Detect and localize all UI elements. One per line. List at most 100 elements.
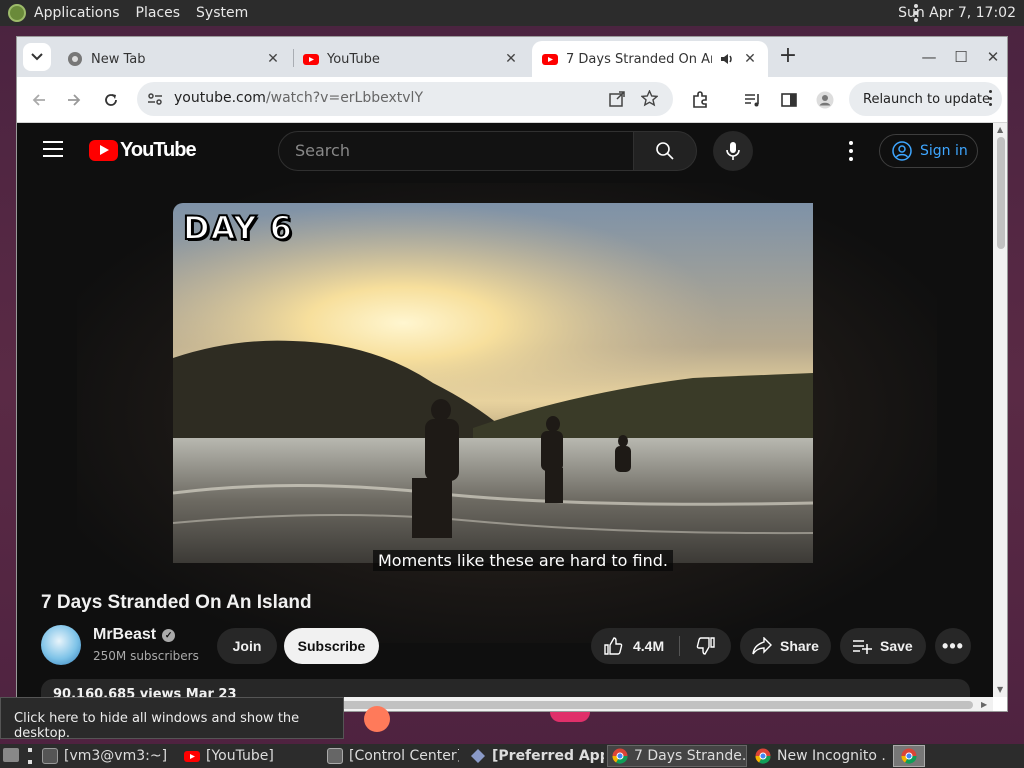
relaunch-label: Relaunch to update	[863, 91, 991, 107]
panel-clock[interactable]: Sun Apr 7, 17:02	[898, 0, 1016, 26]
bookmark-star-icon[interactable]	[641, 90, 658, 107]
subscriber-count: 250M subscribers	[93, 649, 199, 663]
search-button[interactable]	[633, 131, 697, 171]
like-button[interactable]: 4.4M	[591, 628, 679, 664]
youtube-logo[interactable]: YouTube	[89, 139, 197, 162]
microphone-icon	[726, 142, 740, 160]
tab-new-tab[interactable]: New Tab ✕	[57, 41, 291, 77]
taskbar-item-chrome-incognito[interactable]: New Incognito ...	[751, 745, 887, 767]
close-tab-icon[interactable]: ✕	[503, 51, 519, 67]
chrome-icon	[901, 748, 917, 764]
like-dislike-group: 4.4M	[591, 628, 731, 664]
voice-search-button[interactable]	[713, 131, 753, 171]
maximize-icon[interactable]: ☐	[949, 45, 973, 69]
thumbs-up-icon	[604, 637, 623, 655]
tab-title: 7 Days Stranded On An Isl	[566, 51, 712, 67]
tab-title: YouTube	[327, 51, 380, 67]
tab-title: New Tab	[91, 51, 146, 67]
url-text[interactable]: youtube.com/watch?v=erLbbextvlY	[174, 90, 423, 106]
youtube-page: YouTube Search Sign in DAY 6 Moments lik…	[17, 123, 993, 697]
description-box[interactable]: 90,160,685 views Mar 23	[41, 679, 970, 697]
profile-icon	[816, 91, 834, 109]
youtube-play-icon	[89, 140, 118, 161]
chrome-icon	[612, 748, 628, 764]
taskbar-item-control-center[interactable]: [Control Center]	[323, 745, 459, 767]
tab-search-button[interactable]	[23, 43, 51, 71]
save-button[interactable]: Save	[840, 628, 926, 664]
tab-youtube[interactable]: YouTube ✕	[293, 41, 529, 77]
arrow-right-icon	[68, 94, 81, 106]
taskbar-label: [YouTube]	[206, 748, 274, 764]
playlist-add-icon	[853, 640, 872, 654]
speaker-icon[interactable]	[720, 52, 734, 66]
video-caption: Moments like these are hard to find.	[373, 550, 673, 571]
back-button[interactable]	[25, 86, 53, 114]
show-desktop-tooltip: Click here to hide all windows and show …	[0, 697, 344, 741]
taskbar-label: [vm3@vm3:~]	[64, 748, 168, 764]
close-tab-icon[interactable]: ✕	[265, 51, 281, 67]
close-window-icon[interactable]: ✕	[981, 45, 1005, 69]
more-actions-button[interactable]: •••	[935, 628, 971, 664]
taskbar-item-chrome-youtube[interactable]: 7 Days Strande...	[607, 745, 747, 767]
video-player[interactable]: DAY 6	[173, 203, 813, 563]
new-tab-button[interactable]: +	[776, 45, 800, 69]
menu-system[interactable]: System	[188, 0, 256, 26]
reload-icon	[105, 94, 117, 106]
hamburger-menu-icon[interactable]	[43, 141, 63, 157]
scroll-up-icon[interactable]: ▲	[997, 125, 1003, 134]
scroll-down-icon[interactable]: ▼	[997, 685, 1003, 694]
scroll-right-icon[interactable]: ▶	[981, 700, 987, 709]
sign-in-label: Sign in	[920, 143, 968, 159]
chevron-down-icon	[31, 53, 43, 61]
media-controls-button[interactable]	[739, 86, 767, 114]
channel-avatar[interactable]	[41, 625, 81, 665]
taskbar-label: [Control Center]	[349, 748, 459, 764]
tab-7-days-stranded[interactable]: 7 Days Stranded On An Isl ✕	[532, 41, 768, 77]
reload-button[interactable]	[97, 86, 125, 114]
menu-places[interactable]: Places	[128, 0, 189, 26]
arrow-left-icon	[32, 94, 45, 106]
taskbar-handle-icon	[28, 748, 32, 764]
menu-applications[interactable]: Applications	[26, 0, 128, 26]
relaunch-to-update-button[interactable]: Relaunch to update	[849, 82, 1002, 116]
show-desktop-icon[interactable]	[3, 748, 19, 762]
vertical-scrollbar[interactable]: ▲ ▼	[993, 123, 1007, 697]
taskbar-label: [Preferred Appl...	[492, 748, 604, 764]
join-button[interactable]: Join	[217, 628, 277, 664]
control-center-icon	[327, 748, 343, 764]
taskbar-item-preferred-applications[interactable]: [Preferred Appl...	[466, 745, 604, 767]
distro-logo-icon[interactable]	[8, 4, 26, 22]
terminal-icon	[42, 748, 58, 764]
video-title: 7 Days Stranded On An Island	[41, 592, 312, 613]
extensions-button[interactable]	[686, 86, 714, 114]
scroll-thumb[interactable]	[997, 137, 1005, 249]
open-in-window-icon[interactable]	[609, 91, 625, 107]
sign-in-button[interactable]: Sign in	[879, 134, 978, 168]
search-input[interactable]: Search	[278, 131, 634, 171]
share-button[interactable]: Share	[740, 628, 831, 664]
taskbar-item-chrome[interactable]	[893, 745, 925, 767]
subscribe-button[interactable]: Subscribe	[284, 628, 379, 664]
dislike-button[interactable]	[680, 628, 731, 664]
channel-name-link[interactable]: MrBeast ✓	[93, 626, 176, 644]
verified-check-icon: ✓	[162, 628, 176, 642]
bottom-taskbar: [vm3@vm3:~] [YouTube] [Control Center] […	[0, 744, 1024, 768]
more-vert-icon	[989, 90, 992, 106]
close-tab-icon[interactable]: ✕	[742, 51, 758, 67]
desktop-decoration	[550, 712, 590, 722]
taskbar-item-youtube[interactable]: [YouTube]	[180, 745, 316, 767]
site-info-icon[interactable]	[147, 92, 163, 106]
address-bar[interactable]: youtube.com/watch?v=erLbbextvlY	[137, 82, 673, 116]
side-panel-icon	[781, 93, 797, 107]
profile-button[interactable]	[811, 86, 839, 114]
settings-more-icon[interactable]	[849, 141, 853, 161]
puzzle-icon	[693, 91, 707, 108]
minimize-icon[interactable]: —	[917, 45, 941, 69]
youtube-masthead: YouTube Search Sign in	[17, 123, 993, 179]
taskbar-item-terminal[interactable]: [vm3@vm3:~]	[38, 745, 174, 767]
side-panel-button[interactable]	[775, 86, 803, 114]
video-frame-image	[173, 203, 813, 563]
forward-button[interactable]	[60, 86, 88, 114]
save-label: Save	[880, 638, 913, 654]
youtube-logo-text: YouTube	[120, 139, 197, 161]
